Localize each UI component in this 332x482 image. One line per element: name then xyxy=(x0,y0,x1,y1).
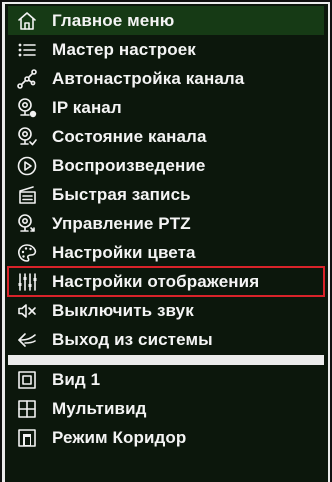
menu-item-ptz-control[interactable]: Управление PTZ xyxy=(8,209,324,238)
menu-item-display-settings[interactable]: Настройки отображения xyxy=(7,266,325,297)
mute-icon xyxy=(16,300,38,322)
menu-top-border xyxy=(5,2,328,4)
home-icon xyxy=(16,10,38,32)
menu-item-ip-channel[interactable]: IP канал xyxy=(8,93,324,122)
nodes-icon xyxy=(16,68,38,90)
menu-item-color-settings[interactable]: Настройки цвета xyxy=(8,238,324,267)
menu-item-logout[interactable]: Выход из системы xyxy=(8,325,324,354)
play-circle-icon xyxy=(16,155,38,177)
menu-item-label: Мультивид xyxy=(52,399,147,418)
menu-item-label: Управление PTZ xyxy=(52,214,191,233)
single-view-icon xyxy=(16,369,38,391)
menu-item-setup-wizard[interactable]: Мастер настроек xyxy=(8,35,324,64)
menu-item-main-menu[interactable]: Главное меню xyxy=(8,6,324,35)
menu-item-corridor-mode[interactable]: Режим Коридор xyxy=(8,423,324,452)
menu-item-label: Вид 1 xyxy=(52,370,101,389)
menu-item-view-1[interactable]: Вид 1 xyxy=(8,365,324,394)
menu-item-label: Состояние канала xyxy=(52,127,207,146)
menu-item-label: Выход из системы xyxy=(52,330,213,349)
palette-icon xyxy=(16,242,38,264)
menu-item-mute[interactable]: Выключить звук xyxy=(8,296,324,325)
context-menu: Главное меню Мастер настроек Автонастрой… xyxy=(2,2,330,482)
menu-item-quick-record[interactable]: Быстрая запись xyxy=(8,180,324,209)
camera-status-icon xyxy=(16,126,38,148)
multi-view-icon xyxy=(16,398,38,420)
menu-item-label: Настройки цвета xyxy=(52,243,196,262)
menu-item-channel-status[interactable]: Состояние канала xyxy=(8,122,324,151)
menu-item-label: Быстрая запись xyxy=(52,185,191,204)
logout-icon xyxy=(16,329,38,351)
menu-item-label: Режим Коридор xyxy=(52,428,187,447)
menu-item-label: IP канал xyxy=(52,98,122,117)
menu-item-auto-channel[interactable]: Автонастройка канала xyxy=(8,64,324,93)
menu-item-multiview[interactable]: Мультивид xyxy=(8,394,324,423)
record-icon xyxy=(16,184,38,206)
menu-item-playback[interactable]: Воспроизведение xyxy=(8,151,324,180)
list-icon xyxy=(16,39,38,61)
ptz-icon xyxy=(16,213,38,235)
ip-camera-icon xyxy=(16,97,38,119)
menu-item-label: Автонастройка канала xyxy=(52,69,245,88)
menu-item-label: Настройки отображения xyxy=(52,272,260,291)
menu-item-label: Мастер настроек xyxy=(52,40,196,59)
menu-item-label: Главное меню xyxy=(52,11,175,30)
menu-item-label: Выключить звук xyxy=(52,301,194,320)
sliders-icon xyxy=(16,271,38,293)
menu-item-label: Воспроизведение xyxy=(52,156,206,175)
corridor-view-icon xyxy=(16,427,38,449)
menu-separator xyxy=(8,355,324,365)
